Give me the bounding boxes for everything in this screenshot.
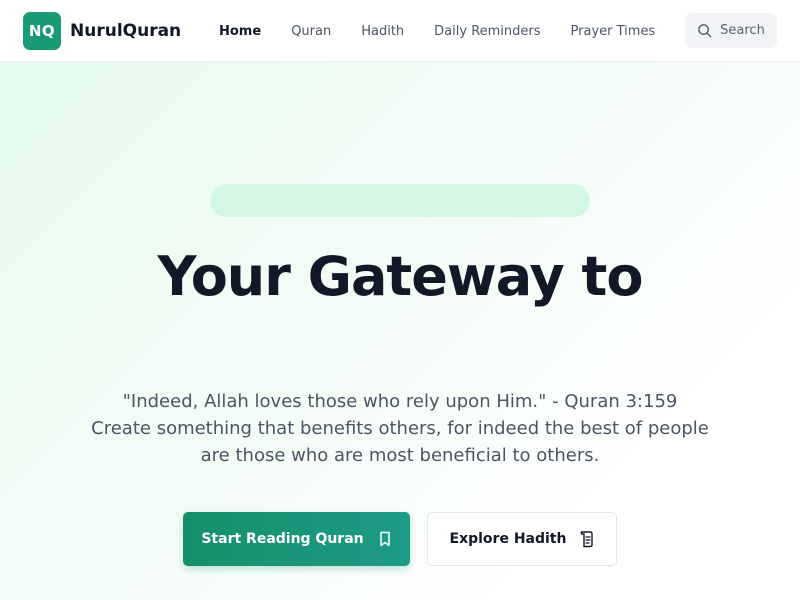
nav-prayer-times[interactable]: Prayer Times [571,24,656,39]
logo[interactable]: NQ NurulQuran [23,12,181,50]
hero-headline: Your Gateway to [157,245,644,308]
scroll-icon [581,531,594,548]
search-button[interactable]: Search [685,13,777,48]
brand-name: NurulQuran [70,21,182,41]
book-icon [379,531,390,547]
hero-quote: "Indeed, Allah loves those who rely upon… [122,391,678,412]
start-reading-label: Start Reading Quran [201,531,364,547]
hero-subtext: Create something that benefits others, f… [91,418,709,466]
search-icon [698,24,712,38]
hero-badge-pill [210,184,590,217]
nav-home[interactable]: Home [219,24,261,39]
explore-hadith-button[interactable]: Explore Hadith [427,512,617,566]
hero-section: Your Gateway to "Indeed, Allah loves tho… [0,62,800,600]
start-reading-quran-button[interactable]: Start Reading Quran [183,512,410,566]
nav-links: Home Quran Hadith Daily Reminders Prayer… [219,0,685,62]
search-label: Search [720,23,765,38]
explore-hadith-label: Explore Hadith [449,531,567,547]
nav-hadith[interactable]: Hadith [361,24,404,39]
nav-quran[interactable]: Quran [291,24,331,39]
logo-badge: NQ [23,12,61,50]
navbar: NQ NurulQuran Home Quran Hadith Daily Re… [0,0,800,62]
nav-daily-reminders[interactable]: Daily Reminders [434,24,540,39]
